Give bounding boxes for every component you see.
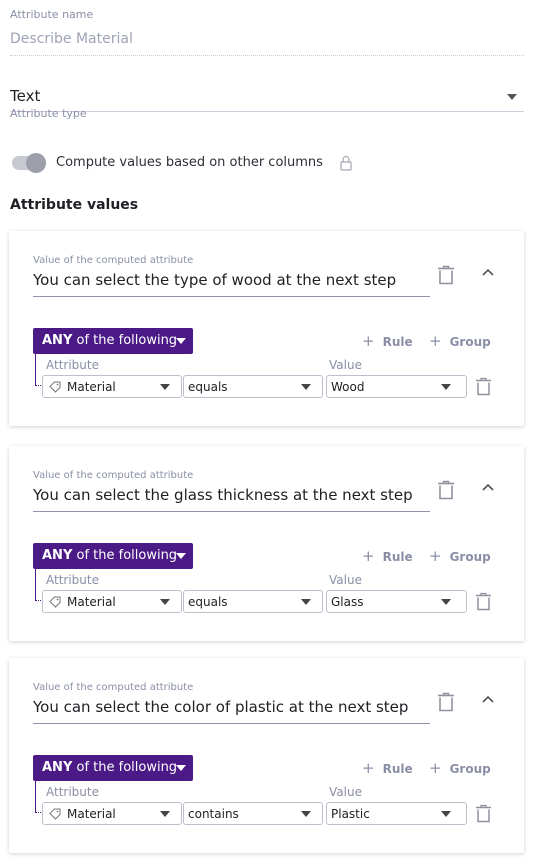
attribute-name-label: Attribute name xyxy=(10,8,94,21)
computed-value-label: Value of the computed attribute xyxy=(33,255,194,266)
tag-icon xyxy=(49,596,61,608)
trash-icon[interactable] xyxy=(437,692,455,712)
any-keyword: ANY xyxy=(42,333,73,348)
attribute-name-input[interactable]: Describe Material xyxy=(10,31,133,47)
operator-select[interactable]: equals xyxy=(183,375,323,398)
computed-value-card: Value of the computed attribute You can … xyxy=(9,658,524,853)
operator-select[interactable]: contains xyxy=(183,802,323,825)
chevron-up-icon[interactable] xyxy=(481,482,495,492)
operator-select-value: equals xyxy=(188,380,228,394)
caret-down-icon xyxy=(301,811,311,817)
trash-icon[interactable] xyxy=(475,377,492,396)
attribute-select[interactable]: Material xyxy=(42,590,182,613)
compute-label: Compute values based on other columns xyxy=(56,155,323,170)
attribute-values-title: Attribute values xyxy=(10,197,139,213)
caret-down-icon xyxy=(176,553,186,559)
attribute-column-label: Attribute xyxy=(46,358,99,372)
computed-value-underline xyxy=(33,723,430,724)
operator-select-value: equals xyxy=(188,595,228,609)
any-keyword: ANY xyxy=(42,760,73,775)
value-column-label: Value xyxy=(329,573,362,587)
computed-value-card: Value of the computed attribute You can … xyxy=(9,446,524,641)
attribute-select-value: Material xyxy=(67,380,116,394)
add-group-label: Group xyxy=(449,335,491,349)
plus-icon: + xyxy=(362,332,375,350)
caret-down-icon xyxy=(441,599,451,605)
attribute-type-label: Attribute type xyxy=(10,107,87,120)
value-select-value: Glass xyxy=(331,595,364,609)
add-rule-label: Rule xyxy=(382,762,413,776)
computed-value-input[interactable]: You can select the type of wood at the n… xyxy=(33,271,396,289)
lock-icon xyxy=(340,155,352,171)
chevron-down-icon[interactable] xyxy=(507,94,517,100)
caret-down-icon xyxy=(301,599,311,605)
value-select-value: Wood xyxy=(331,380,365,394)
add-group-label: Group xyxy=(449,762,491,776)
any-of-following-dropdown[interactable]: ANY of the following xyxy=(33,543,193,569)
any-text: of the following xyxy=(72,760,178,775)
caret-down-icon xyxy=(301,384,311,390)
value-column-label: Value xyxy=(329,785,362,799)
value-select[interactable]: Plastic xyxy=(326,802,467,825)
computed-value-card: Value of the computed attribute You can … xyxy=(9,231,524,426)
add-group-button[interactable]: + Group xyxy=(429,332,491,350)
caret-down-icon xyxy=(441,811,451,817)
attribute-column-label: Attribute xyxy=(46,785,99,799)
value-column-label: Value xyxy=(329,358,362,372)
attribute-type-select[interactable]: Text xyxy=(10,87,40,105)
attribute-column-label: Attribute xyxy=(46,573,99,587)
operator-select[interactable]: equals xyxy=(183,590,323,613)
trash-icon[interactable] xyxy=(475,804,492,823)
attribute-name-underline xyxy=(10,55,524,56)
any-text: of the following xyxy=(72,333,178,348)
caret-down-icon xyxy=(160,811,170,817)
computed-value-underline xyxy=(33,296,430,297)
chevron-up-icon[interactable] xyxy=(481,694,495,704)
any-keyword: ANY xyxy=(42,548,73,563)
trash-icon[interactable] xyxy=(475,592,492,611)
caret-down-icon xyxy=(176,338,186,344)
trash-icon[interactable] xyxy=(437,480,455,500)
attribute-select[interactable]: Material xyxy=(42,802,182,825)
chevron-up-icon[interactable] xyxy=(481,267,495,277)
value-select[interactable]: Glass xyxy=(326,590,467,613)
computed-value-label: Value of the computed attribute xyxy=(33,682,194,693)
plus-icon: + xyxy=(429,759,442,777)
plus-icon: + xyxy=(429,332,442,350)
any-of-following-dropdown[interactable]: ANY of the following xyxy=(33,755,193,781)
computed-value-label: Value of the computed attribute xyxy=(33,470,194,481)
plus-icon: + xyxy=(362,547,375,565)
computed-value-input[interactable]: You can select the color of plastic at t… xyxy=(33,698,408,716)
tag-icon xyxy=(49,808,61,820)
add-group-button[interactable]: + Group xyxy=(429,547,491,565)
attribute-select[interactable]: Material xyxy=(42,375,182,398)
attribute-type-underline xyxy=(10,111,524,112)
add-group-label: Group xyxy=(449,550,491,564)
caret-down-icon xyxy=(441,384,451,390)
value-select-value: Plastic xyxy=(331,807,370,821)
add-group-button[interactable]: + Group xyxy=(429,759,491,777)
any-of-following-dropdown[interactable]: ANY of the following xyxy=(33,328,193,354)
add-rule-button[interactable]: + Rule xyxy=(362,547,413,565)
compute-toggle[interactable] xyxy=(10,153,46,173)
value-select[interactable]: Wood xyxy=(326,375,467,398)
add-rule-button[interactable]: + Rule xyxy=(362,759,413,777)
attribute-select-value: Material xyxy=(67,807,116,821)
computed-value-underline xyxy=(33,511,430,512)
plus-icon: + xyxy=(362,759,375,777)
trash-icon[interactable] xyxy=(437,265,455,285)
plus-icon: + xyxy=(429,547,442,565)
attribute-select-value: Material xyxy=(67,595,116,609)
add-rule-button[interactable]: + Rule xyxy=(362,332,413,350)
tag-icon xyxy=(49,381,61,393)
caret-down-icon xyxy=(176,765,186,771)
computed-value-input[interactable]: You can select the glass thickness at th… xyxy=(33,486,413,504)
toggle-knob xyxy=(26,153,46,173)
any-text: of the following xyxy=(72,548,178,563)
add-rule-label: Rule xyxy=(382,335,413,349)
caret-down-icon xyxy=(160,599,170,605)
add-rule-label: Rule xyxy=(382,550,413,564)
caret-down-icon xyxy=(160,384,170,390)
operator-select-value: contains xyxy=(188,807,239,821)
